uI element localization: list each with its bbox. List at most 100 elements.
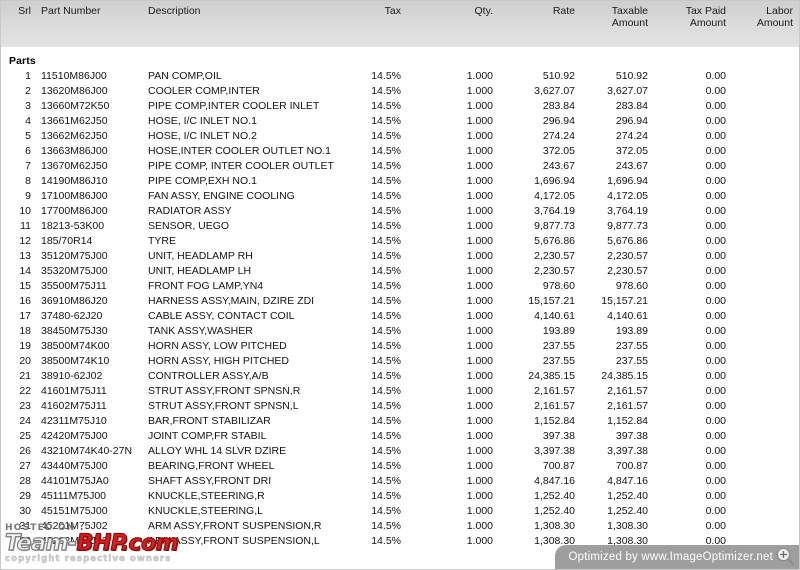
cell-description: PIPE COMP,INTER COOLER INLET	[148, 100, 320, 112]
table-row: 9 17100M86J00 FAN ASSY, ENGINE COOLING 14.5…	[1, 189, 799, 204]
cell-tax-paid-amount: 0.00	[705, 130, 726, 142]
cell-part-number: 45151M75J00	[41, 505, 108, 517]
cell-description: STRUT ASSY,FRONT SPNSN,L	[148, 400, 299, 412]
cell-rate: 1,252.40	[534, 490, 575, 502]
cell-taxable-amount: 2,230.57	[607, 250, 648, 262]
cell-tax: 14.5%	[371, 115, 401, 127]
table-row: 27 43440M75J00 BEARING,FRONT WHEEL 14.5% 1.0…	[1, 459, 799, 474]
team-bhp-logo: Team-BHP.com	[4, 531, 255, 556]
cell-tax-paid-amount: 0.00	[705, 520, 726, 532]
cell-rate: 1,152.84	[534, 415, 575, 427]
cell-part-number: 42420M75J00	[41, 430, 108, 442]
cell-description: FAN ASSY, ENGINE COOLING	[148, 190, 295, 202]
cell-tax-paid-amount: 0.00	[705, 415, 726, 427]
table-row: 23 41602M75J11 STRUT ASSY,FRONT SPNSN,L 14.…	[1, 399, 799, 414]
table-row: 10 17700M86J00 RADIATOR ASSY 14.5% 1.000 3,76…	[1, 204, 799, 219]
cell-tax: 14.5%	[371, 295, 401, 307]
cell-rate: 24,385.15	[528, 370, 575, 382]
cell-description: SENSOR, UEGO	[148, 220, 230, 232]
cell-description: CONTROLLER ASSY,A/B	[148, 370, 269, 382]
cell-qty: 1.000	[466, 280, 493, 292]
cell-part-number: 45111M75J00	[41, 490, 106, 502]
cell-description: HORN ASSY, HIGH PITCHED	[148, 355, 290, 367]
cell-tax-paid-amount: 0.00	[705, 205, 726, 217]
table-row: 3 13660M72K50 PIPE COMP,INTER COOLER INLET…	[1, 99, 799, 114]
cell-taxable-amount: 3,397.38	[607, 445, 648, 457]
logo-text-team: Team-	[4, 531, 77, 556]
cell-tax: 14.5%	[371, 400, 401, 412]
cell-tax: 14.5%	[371, 475, 401, 487]
cell-description: SHAFT ASSY,FRONT DRI	[148, 475, 272, 487]
cell-description: PIPE COMP,EXH NO.1	[148, 175, 257, 187]
column-header-taxable-amount: Taxable Amount	[611, 5, 648, 29]
cell-qty: 1.000	[466, 385, 493, 397]
cell-taxable-amount: 2,161.57	[607, 385, 648, 397]
cell-taxable-amount: 237.55	[615, 355, 648, 367]
cell-tax-paid-amount: 0.00	[705, 220, 726, 232]
cell-part-number: 11510M86J00	[41, 70, 107, 82]
cell-taxable-amount: 24,385.15	[601, 370, 648, 382]
cell-tax: 14.5%	[371, 325, 401, 337]
image-optimizer-banner: Optimized by www.ImageOptimizer.net	[554, 545, 799, 569]
cell-taxable-amount: 283.84	[615, 100, 648, 112]
table-header-row: Srl Part Number Description Tax Qty. Rat…	[1, 1, 799, 48]
cell-rate: 296.94	[542, 115, 575, 127]
cell-srl: 29	[19, 490, 31, 502]
table-row: 20 38500M74K10 HORN ASSY, HIGH PITCHED 14.5…	[1, 354, 799, 369]
table-row: 1 11510M86J00 PAN COMP,OIL 14.5% 1.000 510.92…	[1, 69, 799, 84]
cell-taxable-amount: 9,877.73	[607, 220, 648, 232]
cell-srl: 30	[19, 505, 31, 517]
cell-srl: 1	[25, 70, 31, 82]
cell-qty: 1.000	[466, 400, 493, 412]
cell-part-number: 17700M86J00	[41, 205, 108, 217]
cell-rate: 237.55	[542, 340, 575, 352]
cell-tax: 14.5%	[371, 250, 401, 262]
cell-tax: 14.5%	[371, 370, 401, 382]
cell-tax: 14.5%	[371, 280, 401, 292]
cell-tax-paid-amount: 0.00	[705, 490, 726, 502]
cell-srl: 19	[19, 340, 31, 352]
cell-taxable-amount: 1,152.84	[607, 415, 648, 427]
cell-qty: 1.000	[466, 235, 493, 247]
cell-part-number: 38500M74K00	[41, 340, 110, 352]
cell-tax: 14.5%	[371, 505, 401, 517]
cell-description: HORN ASSY, LOW PITCHED	[148, 340, 287, 352]
cell-tax: 14.5%	[371, 205, 401, 217]
cell-srl: 27	[19, 460, 31, 472]
cell-part-number: 17100M86J00	[41, 190, 108, 202]
cell-tax-paid-amount: 0.00	[705, 325, 726, 337]
cell-description: PAN COMP,OIL	[148, 70, 222, 82]
table-row: 28 44101M75JA0 SHAFT ASSY,FRONT DRI 14.5% 1.…	[1, 474, 799, 489]
cell-part-number: 38450M75J30	[41, 325, 108, 337]
cell-description: UNIT, HEADLAMP RH	[148, 250, 253, 262]
cell-tax: 14.5%	[371, 460, 401, 472]
cell-srl: 21	[19, 370, 31, 382]
table-row: 12 185/70R14 TYRE 14.5% 1.000 5,676.86 5,676.8…	[1, 234, 799, 249]
cell-srl: 4	[25, 115, 31, 127]
column-header-tax: Tax	[384, 5, 401, 17]
cell-taxable-amount: 1,252.40	[607, 490, 648, 502]
cell-description: KNUCKLE,STEERING,L	[148, 505, 263, 517]
table-row: 11 18213-53K00 SENSOR, UEGO 14.5% 1.000 9,877…	[1, 219, 799, 234]
cell-description: PIPE COMP, INTER COOLER OUTLET	[148, 160, 334, 172]
cell-description: STRUT ASSY,FRONT SPNSN,R	[148, 385, 301, 397]
cell-qty: 1.000	[466, 145, 493, 157]
cell-tax: 14.5%	[371, 535, 401, 547]
cell-description: HOSE,INTER COOLER OUTLET NO.1	[148, 145, 332, 157]
cell-qty: 1.000	[466, 70, 493, 82]
table-row: 14 35320M75J00 UNIT, HEADLAMP LH 14.5% 1.000…	[1, 264, 799, 279]
cell-taxable-amount: 296.94	[615, 115, 648, 127]
cell-srl: 13	[19, 250, 31, 262]
cell-taxable-amount: 1,252.40	[607, 505, 648, 517]
cell-taxable-amount: 4,847.16	[607, 475, 648, 487]
cell-tax-paid-amount: 0.00	[705, 370, 726, 382]
cell-part-number: 35500M75J11	[41, 280, 107, 292]
cell-rate: 9,877.73	[534, 220, 575, 232]
cell-srl: 18	[19, 325, 31, 337]
cell-rate: 1,252.40	[534, 505, 575, 517]
cell-part-number: 44101M75JA0	[41, 475, 109, 487]
cell-srl: 11	[20, 220, 31, 232]
cell-rate: 274.24	[542, 130, 575, 142]
cell-part-number: 38500M74K10	[41, 355, 110, 367]
cell-taxable-amount: 5,676.86	[607, 235, 648, 247]
